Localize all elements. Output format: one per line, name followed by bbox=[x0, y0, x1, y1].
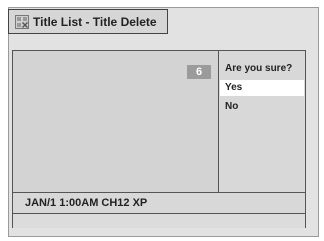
title-number-badge: 6 bbox=[187, 65, 211, 79]
page-title: Title List - Title Delete bbox=[33, 14, 157, 29]
yes-option[interactable]: Yes bbox=[220, 80, 304, 96]
title-preview: 6 bbox=[13, 51, 219, 192]
confirm-dialog: Are you sure? Yes No bbox=[219, 51, 305, 192]
title-bar: Title List - Title Delete bbox=[8, 9, 168, 34]
title-delete-panel: 6 Are you sure? Yes No bbox=[12, 50, 306, 193]
footer-bar bbox=[12, 214, 306, 228]
title-list-icon bbox=[15, 14, 29, 29]
recording-info: JAN/1 1:00AM CH12 XP bbox=[25, 197, 148, 209]
confirm-question: Are you sure? bbox=[225, 63, 293, 74]
status-bar: JAN/1 1:00AM CH12 XP bbox=[12, 193, 306, 214]
no-option[interactable]: No bbox=[220, 99, 304, 115]
